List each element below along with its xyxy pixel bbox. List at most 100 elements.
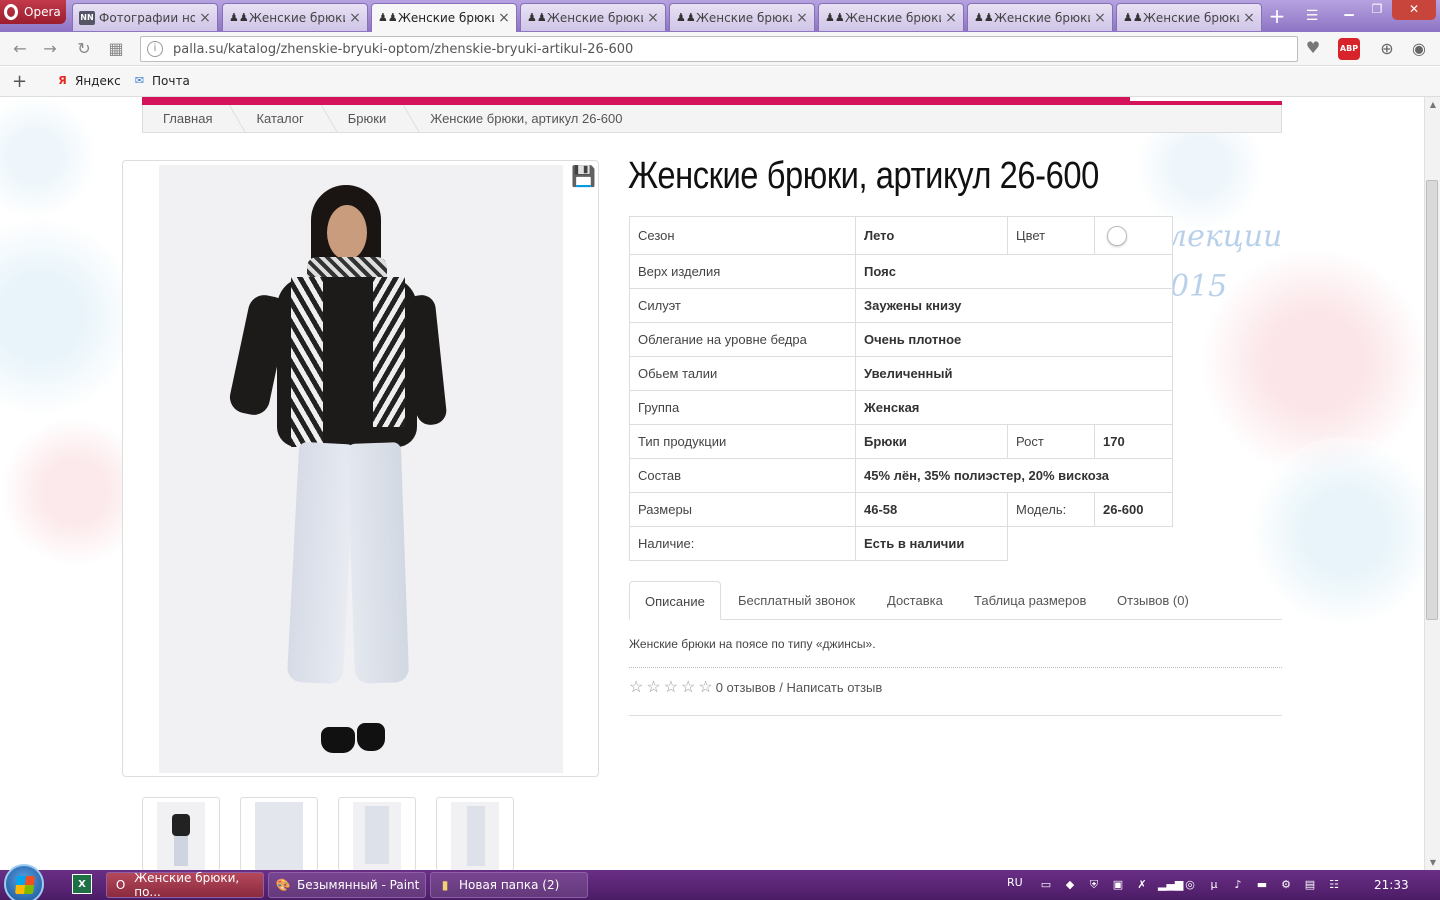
excel-icon[interactable]: X xyxy=(72,874,92,894)
maximize-window-icon[interactable]: ❐ xyxy=(1362,0,1392,20)
tab-description[interactable]: Описание xyxy=(629,581,721,620)
breadcrumb: Главная Каталог Брюки Женские брюки, арт… xyxy=(142,105,1282,133)
tab-reviews[interactable]: Отзывов (0) xyxy=(1102,581,1204,620)
thumbnail-photo xyxy=(255,802,303,870)
scrollbar-thumb[interactable] xyxy=(1426,180,1438,620)
header-search-input[interactable] xyxy=(1130,97,1312,101)
tray-shield-icon[interactable]: ⛨ xyxy=(1086,877,1102,893)
reviews-link[interactable]: 0 отзывов / Написать отзыв xyxy=(716,680,883,695)
address-bar[interactable]: i palla.su/katalog/zhenskie-bryuki-optom… xyxy=(140,36,1298,62)
tray-signal-icon[interactable]: ▂▄▆ xyxy=(1158,877,1183,893)
language-indicator[interactable]: RU xyxy=(1007,876,1023,889)
breadcrumb-home[interactable]: Главная xyxy=(163,111,212,126)
star-outline-icon[interactable]: ☆ xyxy=(629,677,643,697)
tray-clipboard-icon[interactable]: ▣ xyxy=(1110,877,1126,893)
add-bookmark-plus-icon[interactable]: + xyxy=(12,71,27,92)
close-tab-icon[interactable]: × xyxy=(1094,10,1106,26)
breadcrumb-catalog[interactable]: Каталог xyxy=(256,111,303,126)
spec-color-cell xyxy=(1094,216,1173,255)
forward-arrow-icon[interactable]: → xyxy=(38,38,62,60)
tab-free-call[interactable]: Бесплатный звонок xyxy=(723,581,870,620)
spec-row-composition: Состав 45% лён, 35% полиэстер, 20% виско… xyxy=(629,458,1173,493)
close-tab-icon[interactable]: × xyxy=(796,10,808,26)
tray-network-off-icon[interactable]: ✗ xyxy=(1134,877,1150,893)
browser-tab[interactable]: ♟♟ Женские брюки, × xyxy=(818,3,964,31)
star-outline-icon[interactable]: ☆ xyxy=(664,677,678,697)
save-image-icon[interactable]: 💾 xyxy=(571,165,596,187)
product-thumbnail[interactable] xyxy=(240,797,318,870)
tray-display-icon[interactable]: ▤ xyxy=(1302,877,1318,893)
close-tab-icon[interactable]: × xyxy=(349,10,361,26)
url-text[interactable]: palla.su/katalog/zhenskie-bryuki-optom/z… xyxy=(173,42,633,57)
windows-taskbar: X O Женские брюки, по... 🎨 Безымянный - … xyxy=(0,864,1440,900)
close-tab-icon[interactable]: × xyxy=(199,10,211,26)
color-swatch[interactable] xyxy=(1107,225,1127,246)
figures-icon: ♟♟ xyxy=(527,10,547,24)
close-tab-icon[interactable]: × xyxy=(1243,10,1255,26)
figures-icon: ♟♟ xyxy=(229,10,249,24)
back-arrow-icon[interactable]: ← xyxy=(8,38,32,60)
product-thumbnail[interactable] xyxy=(436,797,514,870)
tray-torrent-icon[interactable]: μ xyxy=(1206,877,1222,893)
spec-row-silhouette: Силуэт Заужены книзу xyxy=(629,288,1173,323)
spec-label: Размеры xyxy=(629,492,856,527)
tray-monitor-icon[interactable]: ▭ xyxy=(1038,877,1054,893)
adblock-plus-icon[interactable]: ABP xyxy=(1338,38,1360,60)
speed-dial-grid-icon[interactable]: ▦ xyxy=(104,38,128,60)
tab-size-chart[interactable]: Таблица размеров xyxy=(959,581,1101,620)
site-info-icon[interactable]: i xyxy=(147,41,163,57)
model-face xyxy=(327,205,367,260)
taskbar-clock[interactable]: 21:33 xyxy=(1374,878,1409,892)
browser-tab[interactable]: ♟♟ Женские брюки × xyxy=(222,3,368,31)
spec-label: Группа xyxy=(629,390,856,425)
close-window-icon[interactable]: ✕ xyxy=(1392,0,1436,20)
browser-tab[interactable]: ♟♟ Женские брюки, × xyxy=(967,3,1113,31)
tray-network-icon[interactable]: ☷ xyxy=(1326,877,1342,893)
tray-volume-icon[interactable]: ♪ xyxy=(1230,877,1246,893)
taskbar-item-folder[interactable]: ▮ Новая папка (2) xyxy=(430,872,588,898)
browser-tab[interactable]: ♟♟ Женские брюки, × xyxy=(520,3,666,31)
scroll-down-arrow-icon[interactable]: ▼ xyxy=(1428,858,1438,868)
close-tab-icon[interactable]: × xyxy=(647,10,659,26)
start-button[interactable] xyxy=(4,864,44,900)
product-thumbnail[interactable] xyxy=(142,797,220,870)
account-icon[interactable]: ◉ xyxy=(1408,38,1430,60)
new-tab-plus-icon[interactable]: + xyxy=(1264,5,1290,27)
tray-settings-icon[interactable]: ⚙ xyxy=(1278,877,1294,893)
spec-row-type: Тип продукции Брюки Рост 170 xyxy=(629,424,1173,459)
figures-icon: ♟♟ xyxy=(676,10,696,24)
tab-menu-icon[interactable]: ☰ xyxy=(1300,5,1324,27)
browser-tab[interactable]: ♟♟ Женские брюки, × xyxy=(669,3,815,31)
breadcrumb-trousers[interactable]: Брюки xyxy=(348,111,386,126)
product-thumbnail[interactable] xyxy=(338,797,416,870)
bookmark-mail[interactable]: ✉ Почта xyxy=(133,74,190,88)
bookmark-heart-icon[interactable]: ♥ xyxy=(1300,36,1326,60)
spec-value: Увеличенный xyxy=(855,356,1173,391)
spec-row-top: Верх изделия Пояс xyxy=(629,254,1173,289)
reload-icon[interactable]: ↻ xyxy=(72,38,96,60)
browser-tab[interactable]: ♟♟ Женские брюки, × xyxy=(1116,3,1262,31)
scroll-up-arrow-icon[interactable]: ▲ xyxy=(1428,100,1438,110)
web-page: лекции 015 Главная Каталог Брюки Женские… xyxy=(0,97,1424,870)
product-main-photo[interactable]: 💾 xyxy=(122,160,599,777)
taskbar-item-paint[interactable]: 🎨 Безымянный - Paint xyxy=(268,872,426,898)
bookmark-yandex[interactable]: Я Яндекс xyxy=(56,74,120,88)
star-outline-icon[interactable]: ☆ xyxy=(646,677,660,697)
tray-app-icon[interactable]: ◆ xyxy=(1062,877,1078,893)
star-outline-icon[interactable]: ☆ xyxy=(681,677,695,697)
tray-globe-icon[interactable]: ◎ xyxy=(1182,877,1198,893)
download-icon[interactable]: ⊕ xyxy=(1376,38,1398,60)
thumbnail-model-trousers xyxy=(365,806,389,864)
taskbar-item-opera[interactable]: O Женские брюки, по... xyxy=(106,871,264,899)
browser-tab-active[interactable]: ♟♟ Женские брюки, × xyxy=(371,3,517,32)
model-trousers-right xyxy=(346,442,410,684)
opera-menu-button[interactable]: Opera xyxy=(0,0,66,24)
tab-delivery[interactable]: Доставка xyxy=(872,581,958,620)
browser-tab[interactable]: NN Фотографии нов × xyxy=(72,3,218,31)
tray-battery-icon[interactable]: ▬ xyxy=(1254,877,1270,893)
star-outline-icon[interactable]: ☆ xyxy=(698,677,712,697)
close-tab-icon[interactable]: × xyxy=(498,10,510,26)
spec-row-sizes: Размеры 46-58 Модель: 26-600 xyxy=(629,492,1173,527)
minimize-window-icon[interactable]: ▁ xyxy=(1334,0,1364,20)
close-tab-icon[interactable]: × xyxy=(945,10,957,26)
